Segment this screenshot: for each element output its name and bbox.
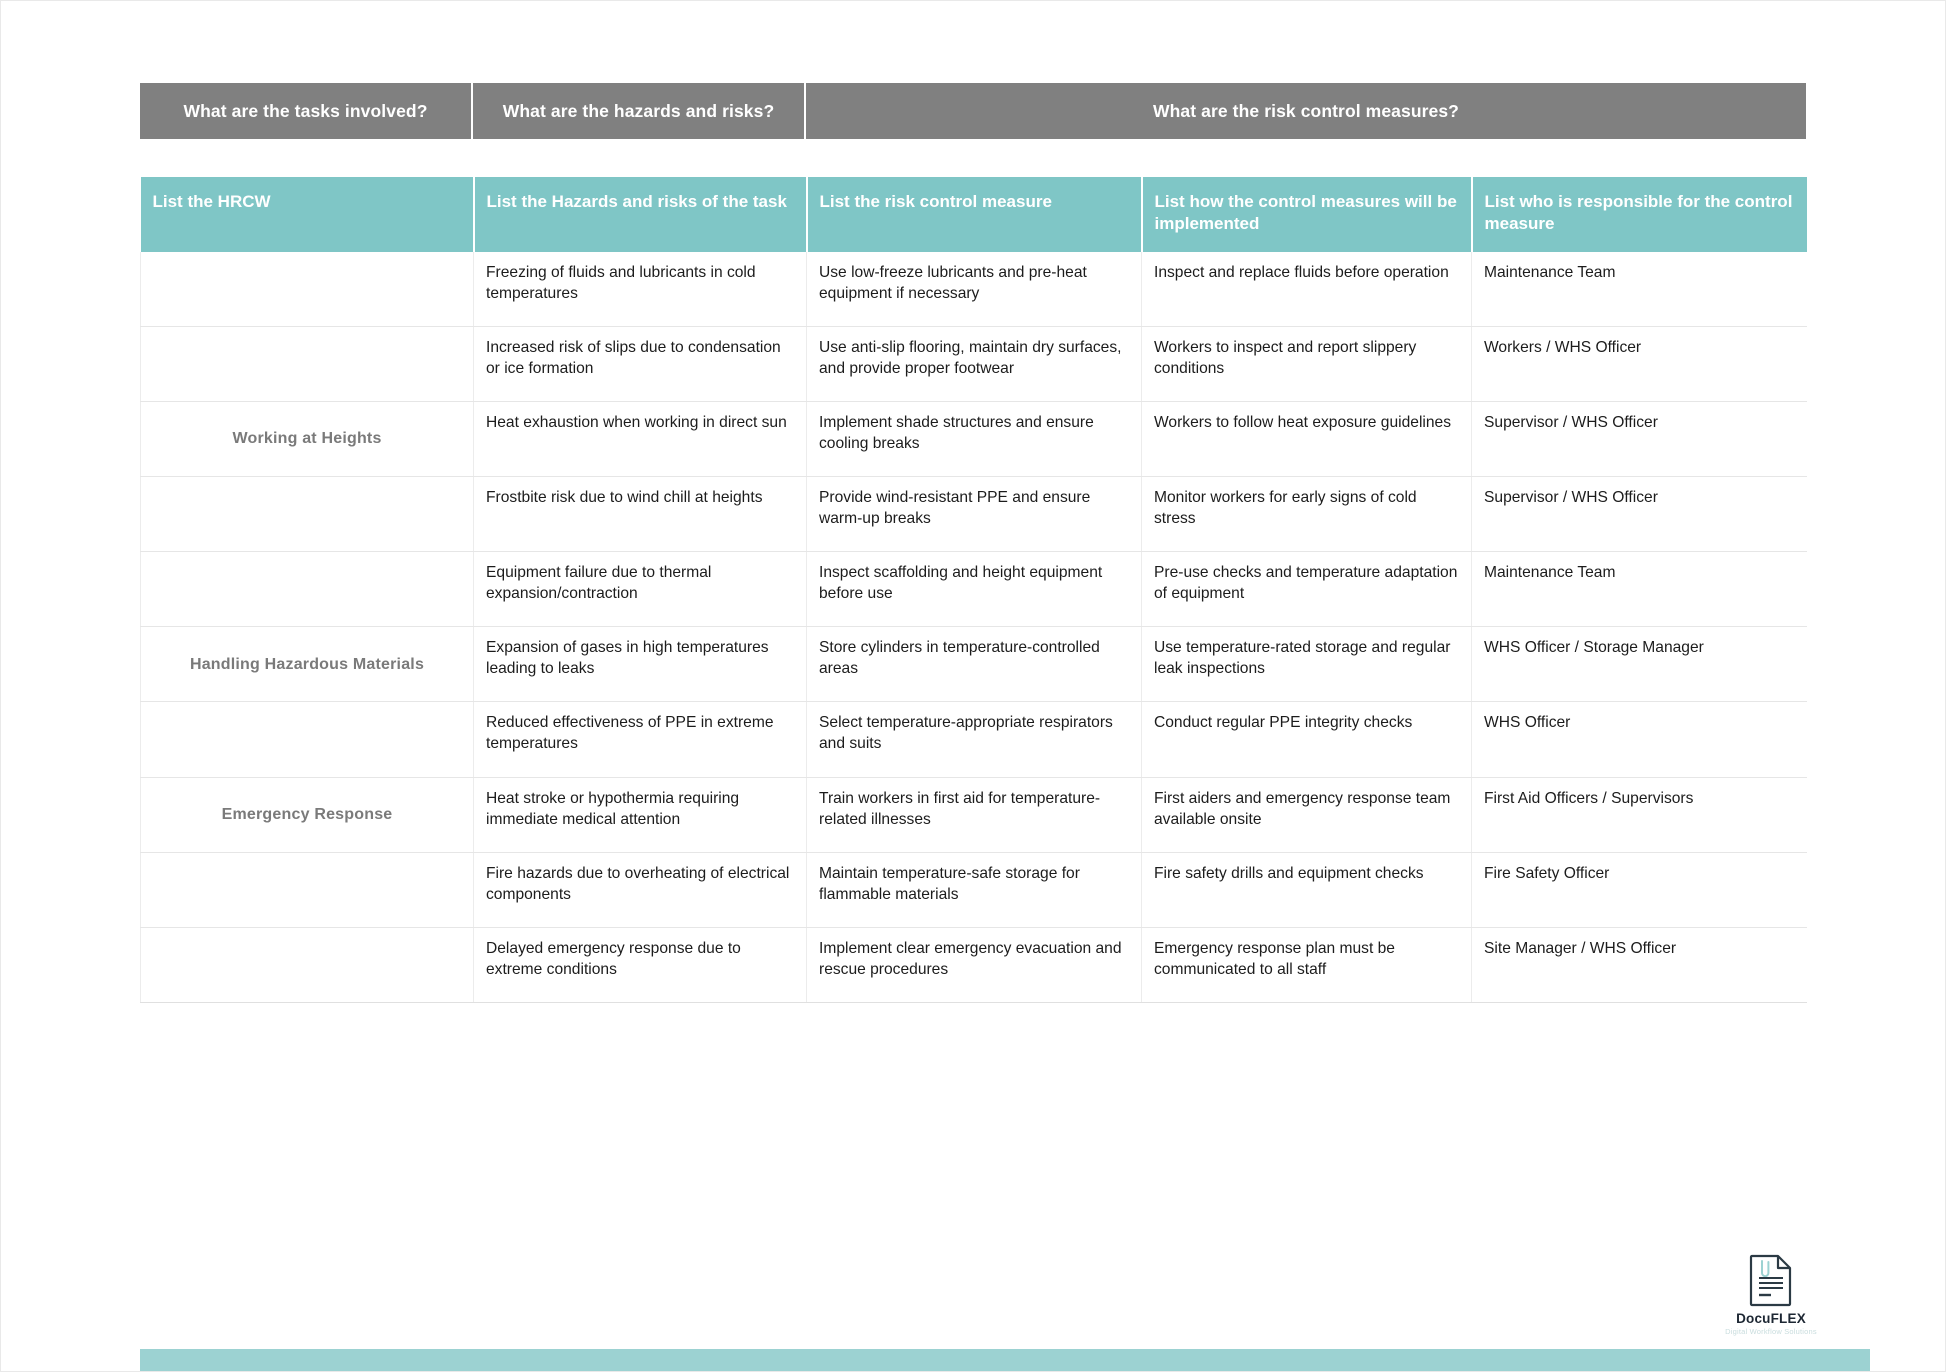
cell-hazard: Reduced effectiveness of PPE in extreme … bbox=[473, 701, 807, 778]
cell-responsible: Maintenance Team bbox=[1471, 551, 1807, 628]
cell-implementation: Workers to inspect and report slippery c… bbox=[1141, 326, 1472, 403]
table-row: Emergency Response Heat stroke or hypothe… bbox=[140, 777, 1807, 853]
document-page: What are the tasks involved? What are th… bbox=[0, 0, 1946, 1372]
cell-hazard: Frostbite risk due to wind chill at heig… bbox=[473, 476, 807, 553]
cell-control: Train workers in first aid for temperatu… bbox=[806, 777, 1142, 853]
cell-hrcw bbox=[140, 326, 474, 403]
cell-implementation: Fire safety drills and equipment checks bbox=[1141, 852, 1472, 928]
cell-responsible: Maintenance Team bbox=[1471, 251, 1807, 327]
group-header-hazards: What are the hazards and risks? bbox=[473, 83, 806, 139]
cell-hrcw bbox=[140, 251, 474, 327]
logo-name: DocuFLEX bbox=[1736, 1311, 1806, 1326]
cell-hazard: Fire hazards due to overheating of elect… bbox=[473, 852, 807, 928]
logo-tagline: Digital Workflow Solutions bbox=[1725, 1327, 1817, 1336]
cell-hazard: Equipment failure due to thermal expansi… bbox=[473, 551, 807, 628]
group-header-tasks: What are the tasks involved? bbox=[140, 83, 473, 139]
cell-implementation: Pre-use checks and temperature adaptatio… bbox=[1141, 551, 1472, 628]
cell-responsible: Supervisor / WHS Officer bbox=[1471, 476, 1807, 553]
cell-hrcw: Handling Hazardous Materials bbox=[140, 626, 474, 703]
cell-responsible: Supervisor / WHS Officer bbox=[1471, 401, 1807, 478]
table-row: Reduced effectiveness of PPE in extreme … bbox=[140, 701, 1807, 778]
cell-implementation: Conduct regular PPE integrity checks bbox=[1141, 701, 1472, 778]
cell-hrcw bbox=[140, 852, 474, 928]
brand-logo: DocuFLEX Digital Workflow Solutions bbox=[1723, 1253, 1819, 1336]
column-header-hazard: List the Hazards and risks of the task bbox=[473, 177, 808, 252]
group-header-controls: What are the risk control measures? bbox=[806, 83, 1806, 139]
cell-hazard: Increased risk of slips due to condensat… bbox=[473, 326, 807, 403]
cell-implementation: Use temperature-rated storage and regula… bbox=[1141, 626, 1472, 703]
table-row: Freezing of fluids and lubricants in col… bbox=[140, 251, 1807, 327]
cell-implementation: Workers to follow heat exposure guidelin… bbox=[1141, 401, 1472, 478]
cell-hrcw: Emergency Response bbox=[140, 777, 474, 853]
cell-responsible: Workers / WHS Officer bbox=[1471, 326, 1807, 403]
cell-hrcw: Working at Heights bbox=[140, 401, 474, 478]
table-row: Handling Hazardous Materials Expansion of… bbox=[140, 626, 1807, 703]
cell-hazard: Heat exhaustion when working in direct s… bbox=[473, 401, 807, 478]
cell-responsible: Fire Safety Officer bbox=[1471, 852, 1807, 928]
cell-control: Use low-freeze lubricants and pre-heat e… bbox=[806, 251, 1142, 327]
cell-hrcw bbox=[140, 927, 474, 1003]
cell-control: Implement shade structures and ensure co… bbox=[806, 401, 1142, 478]
cell-hazard: Heat stroke or hypothermia requiring imm… bbox=[473, 777, 807, 853]
table-group-header: What are the tasks involved? What are th… bbox=[140, 83, 1806, 139]
cell-implementation: First aiders and emergency response team… bbox=[1141, 777, 1472, 853]
table-row: Working at Heights Heat exhaustion when w… bbox=[140, 401, 1807, 478]
cell-implementation: Emergency response plan must be communic… bbox=[1141, 927, 1472, 1003]
cell-hrcw bbox=[140, 476, 474, 553]
cell-control: Provide wind-resistant PPE and ensure wa… bbox=[806, 476, 1142, 553]
table-row: Fire hazards due to overheating of elect… bbox=[140, 852, 1807, 928]
cell-implementation: Monitor workers for early signs of cold … bbox=[1141, 476, 1472, 553]
risk-assessment-table: List the HRCW List the Hazards and risks… bbox=[140, 177, 1807, 1003]
table-row: Delayed emergency response due to extrem… bbox=[140, 927, 1807, 1003]
footer-accent-band bbox=[140, 1349, 1870, 1371]
cell-responsible: First Aid Officers / Supervisors bbox=[1471, 777, 1807, 853]
column-header-control: List the risk control measure bbox=[806, 177, 1143, 252]
table-row: Frostbite risk due to wind chill at heig… bbox=[140, 476, 1807, 553]
cell-control: Maintain temperature-safe storage for fl… bbox=[806, 852, 1142, 928]
cell-implementation: Inspect and replace fluids before operat… bbox=[1141, 251, 1472, 327]
column-header-responsible: List who is responsible for the control … bbox=[1471, 177, 1807, 252]
table-head: List the HRCW List the Hazards and risks… bbox=[140, 177, 1807, 252]
cell-responsible: WHS Officer bbox=[1471, 701, 1807, 778]
cell-control: Implement clear emergency evacuation and… bbox=[806, 927, 1142, 1003]
column-header-hrcw: List the HRCW bbox=[140, 177, 475, 252]
table-row: Increased risk of slips due to condensat… bbox=[140, 326, 1807, 403]
cell-hazard: Expansion of gases in high temperatures … bbox=[473, 626, 807, 703]
cell-hazard: Delayed emergency response due to extrem… bbox=[473, 927, 807, 1003]
cell-responsible: WHS Officer / Storage Manager bbox=[1471, 626, 1807, 703]
cell-control: Inspect scaffolding and height equipment… bbox=[806, 551, 1142, 628]
table-header-row: List the HRCW List the Hazards and risks… bbox=[140, 177, 1807, 252]
cell-control: Store cylinders in temperature-controlle… bbox=[806, 626, 1142, 703]
cell-hrcw bbox=[140, 551, 474, 628]
column-header-implementation: List how the control measures will be im… bbox=[1141, 177, 1473, 252]
cell-hazard: Freezing of fluids and lubricants in col… bbox=[473, 251, 807, 327]
cell-responsible: Site Manager / WHS Officer bbox=[1471, 927, 1807, 1003]
cell-control: Select temperature-appropriate respirato… bbox=[806, 701, 1142, 778]
table-body: Freezing of fluids and lubricants in col… bbox=[140, 251, 1807, 1003]
document-icon bbox=[1749, 1254, 1792, 1307]
cell-hrcw bbox=[140, 701, 474, 778]
cell-control: Use anti-slip flooring, maintain dry sur… bbox=[806, 326, 1142, 403]
table-row: Equipment failure due to thermal expansi… bbox=[140, 551, 1807, 628]
